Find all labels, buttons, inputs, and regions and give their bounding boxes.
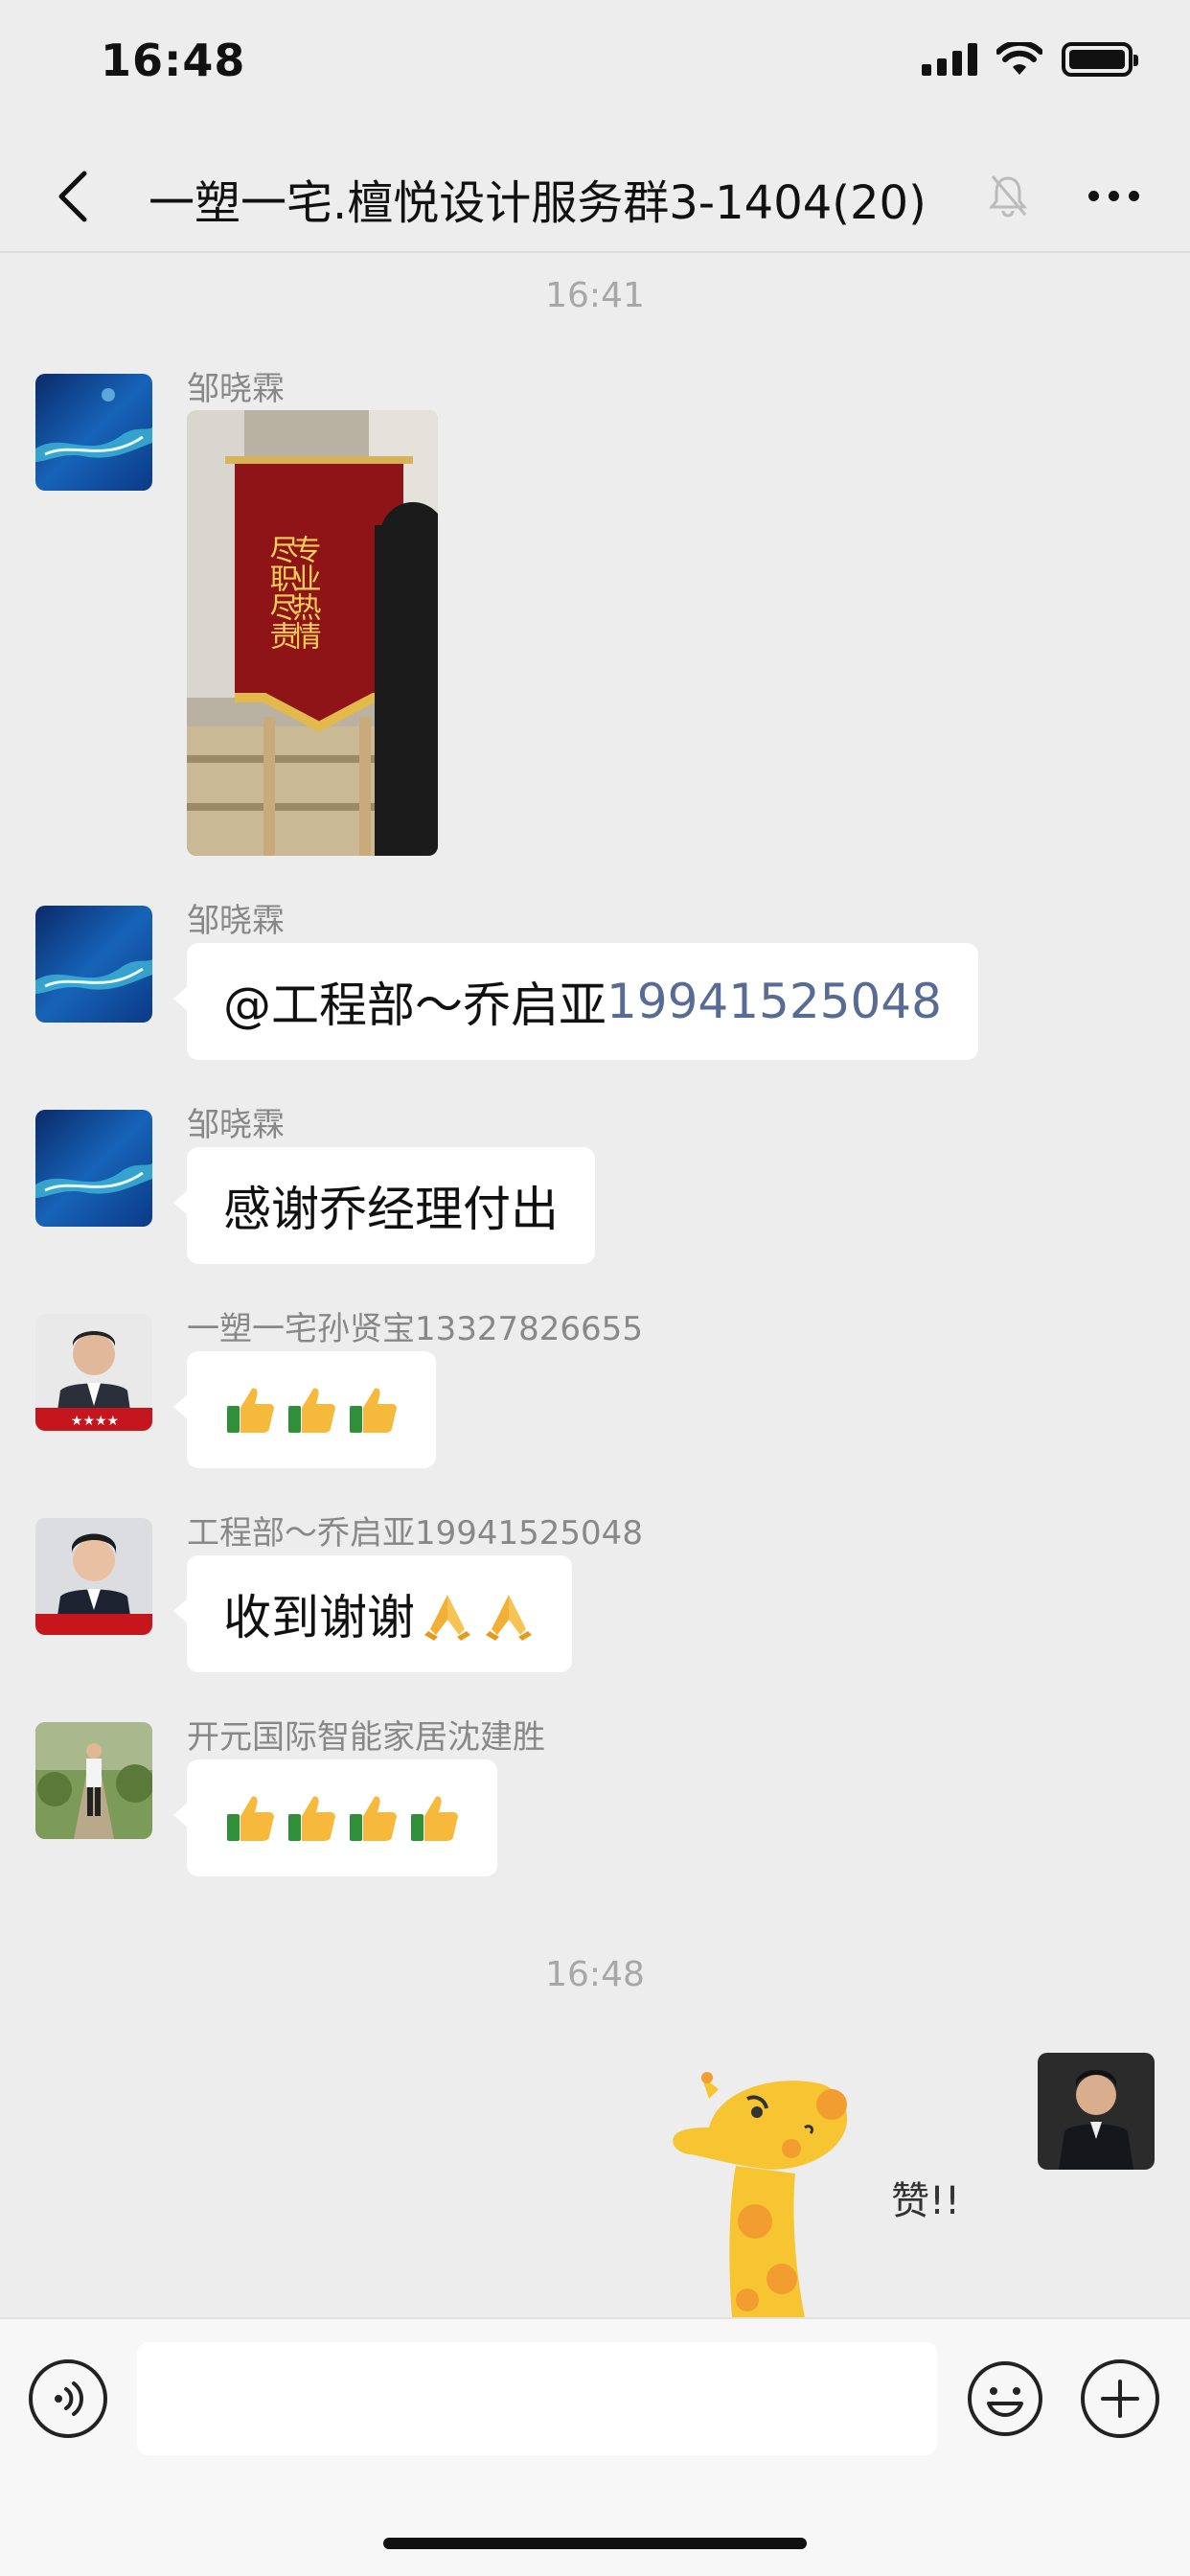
folded-hands-icon [424,1595,470,1641]
emoji-button[interactable] [966,2359,1044,2438]
message-text: 感谢乔经理付出 [223,1182,559,1237]
chat-header: 一塑一宅.檀悦设计服务群3-1404(20) [0,144,1190,253]
message-bubble[interactable] [173,1760,497,1876]
more-dot [1087,190,1099,201]
smiley-icon [968,2361,1042,2436]
message-bubble[interactable]: @工程部～乔启亚 19941525048 [173,943,978,1060]
thumbs-up-icon [411,1796,458,1841]
emoji-row [421,1587,536,1641]
avatar[interactable] [35,1722,152,1839]
shared-photo[interactable]: 尽职尽责 专业热情 [187,410,438,856]
thumbs-up-icon [350,1388,397,1433]
folded-hands-icon [486,1595,532,1641]
avatar[interactable] [35,1110,152,1227]
message-bubble[interactable] [173,1351,436,1468]
message-bubble[interactable]: 感谢乔经理付出 [173,1147,595,1264]
avatar[interactable] [35,1518,152,1635]
chat-title: 一塑一宅.檀悦设计服务群3-1404(20) [149,176,927,230]
home-indicator[interactable] [383,2538,807,2549]
battery-icon [1062,42,1138,77]
mute-bell-icon [988,175,1028,218]
message-timestamp: 16:41 [545,276,645,315]
plus-icon [1101,2380,1139,2418]
avatar[interactable] [35,906,152,1023]
svg-text:★★★★: ★★★★ [71,1414,119,1429]
emoji-row [223,1383,400,1437]
more-dot [1128,190,1139,201]
more-dot [1108,190,1119,201]
message-text: 收到谢谢 [223,1590,415,1645]
message-text: @工程部～乔启亚 [223,978,606,1033]
voice-icon [55,2381,83,2416]
sticker-caption: 赞!! [891,2179,960,2223]
sender-name: 工程部～乔启亚19941525048 [187,1514,643,1552]
back-button[interactable] [38,163,105,230]
banner-text: 专业热情 [287,535,322,650]
giraffe-sticker[interactable]: 赞!! [652,2060,996,2317]
more-actions-button[interactable] [1081,2359,1159,2438]
emoji-row [223,1791,461,1845]
thumbs-up-icon [288,1388,335,1433]
sender-name: 一塑一宅孙贤宝13327826655 [187,1310,643,1348]
avatar[interactable] [35,374,152,491]
message-timestamp: 16:48 [545,1955,645,1994]
thumbs-up-icon [227,1796,274,1841]
sender-name: 邹晓霖 [187,1106,285,1144]
thumbs-up-icon [227,1388,274,1433]
status-icons [922,42,1138,77]
my-avatar[interactable] [1038,2053,1155,2170]
sender-name: 邹晓霖 [187,902,285,940]
thumbs-up-icon [350,1796,397,1841]
sender-name: 邹晓霖 [187,370,285,408]
avatar[interactable]: ★★★★ [35,1314,152,1431]
chevron-left-icon [58,171,87,222]
chat-screen: 16:48 一塑一宅.檀悦设计服务群3-1404(20) 16:41 邹晓霖 尽… [0,0,1190,2576]
message-input[interactable] [137,2342,937,2455]
signal-icon [922,43,977,76]
thumbs-up-icon [288,1796,335,1841]
phone-number-link[interactable]: 19941525048 [606,974,942,1029]
message-bubble[interactable]: 收到谢谢 [173,1555,572,1672]
sender-name: 开元国际智能家居沈建胜 [187,1718,545,1757]
more-button[interactable] [1075,167,1152,224]
status-time: 16:48 [101,34,246,86]
wifi-icon [996,42,1042,75]
voice-button[interactable] [29,2359,107,2438]
